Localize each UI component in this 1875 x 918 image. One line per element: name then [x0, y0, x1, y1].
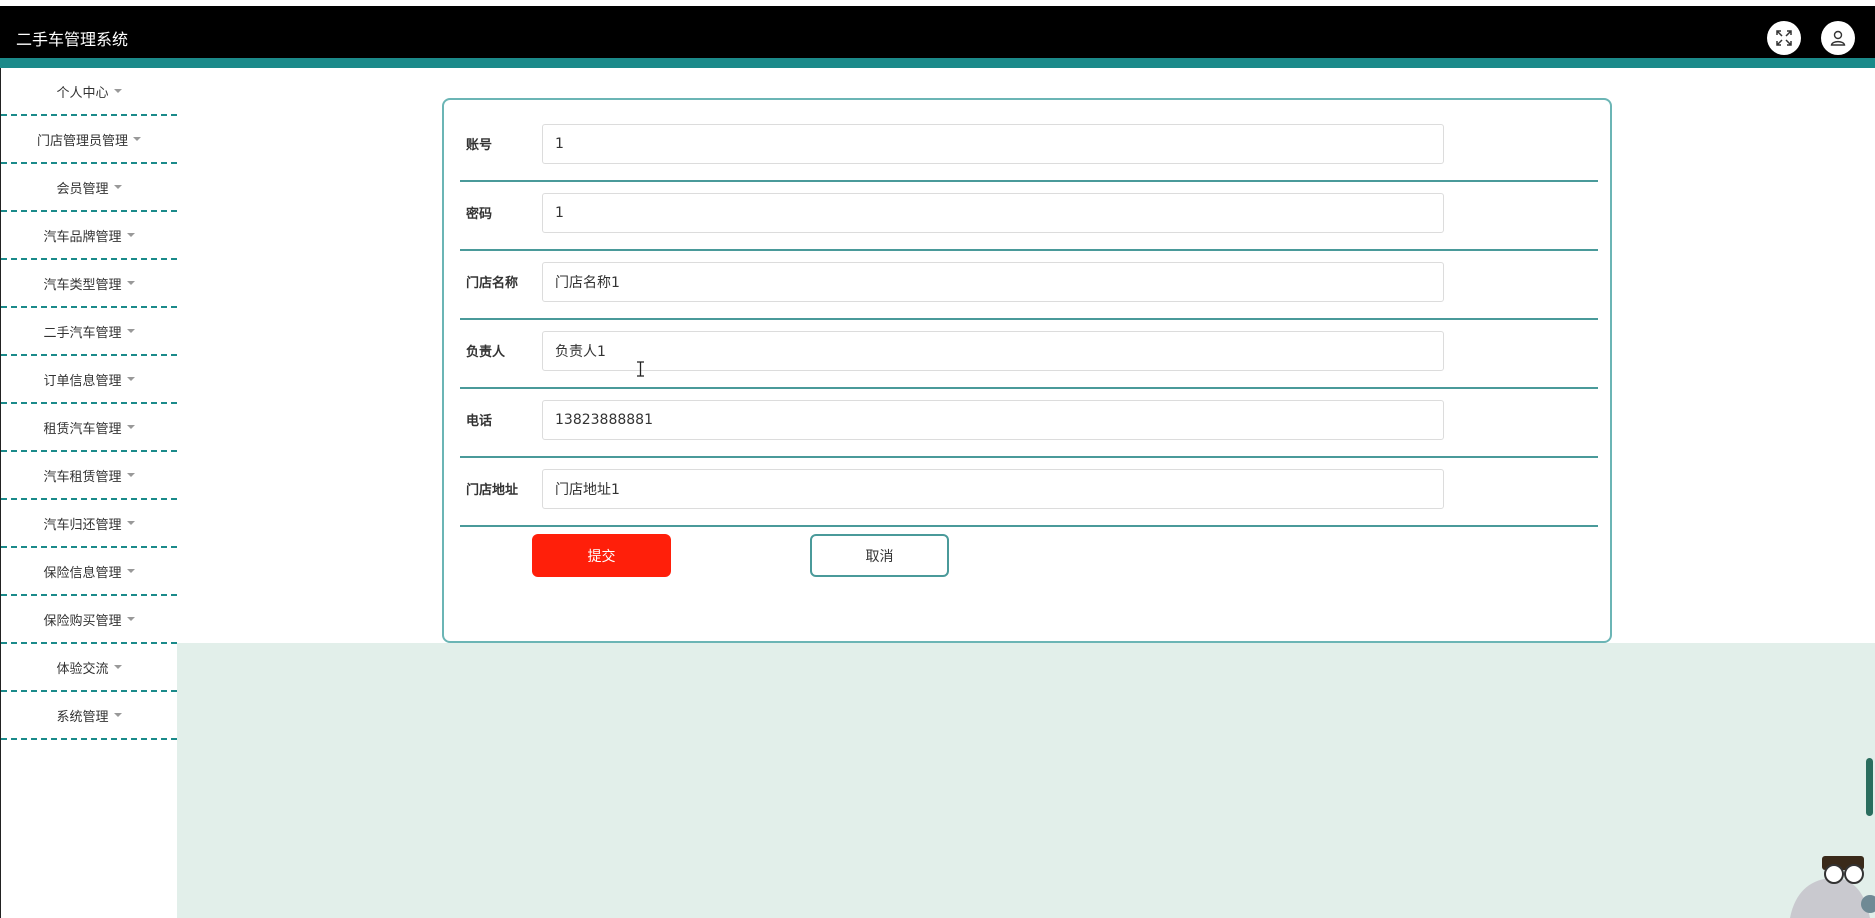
- password-input[interactable]: [542, 193, 1444, 233]
- store-name-label: 门店名称: [466, 276, 519, 291]
- sidebar-item-label: 会员管理: [56, 181, 109, 197]
- caret-down-icon: [126, 329, 135, 333]
- account-label: 账号: [466, 138, 493, 153]
- submit-button[interactable]: 提交: [532, 534, 671, 577]
- sidebar-item-label: 汽车品牌管理: [43, 229, 122, 245]
- sidebar-item-car-rentals[interactable]: 汽车租赁管理: [1, 452, 177, 500]
- caret-down-icon: [113, 713, 122, 717]
- sidebar-item-orders[interactable]: 订单信息管理: [1, 356, 177, 404]
- sidebar-item-rental-cars[interactable]: 租赁汽车管理: [1, 404, 177, 452]
- scrollbar-handle[interactable]: [1866, 758, 1873, 816]
- address-input[interactable]: [542, 469, 1444, 509]
- account-input[interactable]: [542, 124, 1444, 164]
- form-row-address: 门店地址: [460, 457, 1598, 527]
- user-button[interactable]: [1821, 21, 1855, 55]
- caret-down-icon: [133, 137, 141, 141]
- sidebar-item-experience[interactable]: 体验交流: [1, 644, 177, 692]
- text-cursor-icon: [637, 361, 644, 377]
- sidebar-item-car-types[interactable]: 汽车类型管理: [1, 260, 177, 308]
- sidebar-item-car-brands[interactable]: 汽车品牌管理: [1, 212, 177, 260]
- sidebar-item-label: 门店管理员管理: [36, 133, 128, 149]
- cancel-button[interactable]: 取消: [810, 534, 949, 577]
- sidebar-item-label: 订单信息管理: [43, 373, 122, 389]
- caret-down-icon: [126, 521, 135, 525]
- fullscreen-icon: [1776, 30, 1792, 46]
- sidebar-item-personal-center[interactable]: 个人中心: [1, 68, 177, 116]
- sidebar-item-store-admin[interactable]: 门店管理员管理: [1, 116, 177, 164]
- sidebar-item-label: 汽车类型管理: [43, 277, 122, 293]
- form-row-account: 账号: [460, 112, 1598, 182]
- content-background: [177, 643, 1875, 918]
- sidebar-item-label: 保险购买管理: [43, 613, 122, 629]
- caret-down-icon: [113, 665, 122, 669]
- sidebar-item-label: 保险信息管理: [43, 565, 122, 581]
- caret-down-icon: [126, 617, 135, 621]
- caret-down-icon: [126, 425, 135, 429]
- manager-label: 负责人: [466, 345, 506, 360]
- sidebar-item-label: 系统管理: [56, 709, 109, 725]
- caret-down-icon: [126, 569, 135, 573]
- sidebar-item-label: 体验交流: [56, 661, 109, 677]
- sidebar-item-car-returns[interactable]: 汽车归还管理: [1, 500, 177, 548]
- sidebar-item-system[interactable]: 系统管理: [1, 692, 177, 740]
- form-row-store-name: 门店名称: [460, 250, 1598, 320]
- form-row-manager: 负责人: [460, 319, 1598, 389]
- sidebar-item-label: 个人中心: [56, 85, 109, 101]
- caret-down-icon: [113, 89, 122, 93]
- sidebar-item-label: 汽车租赁管理: [43, 469, 122, 485]
- user-icon: [1830, 30, 1846, 46]
- phone-input[interactable]: [542, 400, 1444, 440]
- caret-down-icon: [126, 473, 135, 477]
- sidebar-item-insurance-purchase[interactable]: 保险购买管理: [1, 596, 177, 644]
- top-bar: 二手车管理系统: [0, 6, 1875, 58]
- app-title: 二手车管理系统: [16, 30, 129, 49]
- sidebar-item-label: 二手汽车管理: [43, 325, 122, 341]
- sidebar-item-label: 汽车归还管理: [43, 517, 122, 533]
- manager-input[interactable]: [542, 331, 1444, 371]
- address-label: 门店地址: [466, 483, 519, 498]
- store-name-input[interactable]: [542, 262, 1444, 302]
- header-accent-stripe: [0, 58, 1875, 68]
- password-label: 密码: [466, 207, 493, 222]
- form-row-phone: 电话: [460, 388, 1598, 458]
- caret-down-icon: [126, 233, 135, 237]
- sidebar-item-members[interactable]: 会员管理: [1, 164, 177, 212]
- fullscreen-button[interactable]: [1767, 21, 1801, 55]
- store-admin-form: 账号 密码 门店名称 负责人 电话 门店地址 提交 取消: [442, 98, 1612, 643]
- caret-down-icon: [113, 185, 122, 189]
- caret-down-icon: [126, 377, 135, 381]
- sidebar-item-used-cars[interactable]: 二手汽车管理: [1, 308, 177, 356]
- caret-down-icon: [126, 281, 135, 285]
- sidebar-item-label: 租赁汽车管理: [43, 421, 122, 437]
- sidebar: 个人中心 门店管理员管理 会员管理 汽车品牌管理 汽车类型管理 二手汽车管理 订…: [0, 68, 177, 918]
- mascot-widget-icon[interactable]: [1770, 852, 1875, 918]
- form-row-password: 密码: [460, 181, 1598, 251]
- sidebar-item-insurance-info[interactable]: 保险信息管理: [1, 548, 177, 596]
- phone-label: 电话: [466, 414, 493, 429]
